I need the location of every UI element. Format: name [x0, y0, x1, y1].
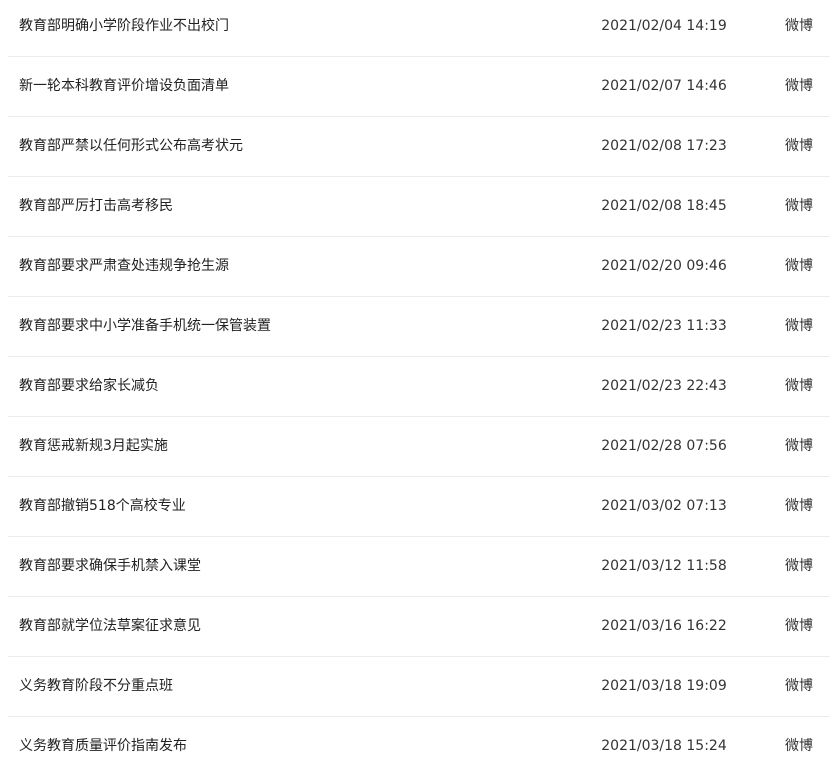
list-item[interactable]: 教育部明确小学阶段作业不出校门 2021/02/04 14:19 微博	[0, 0, 830, 56]
news-time: 2021/02/07 14:46	[601, 78, 727, 94]
news-time: 2021/02/28 07:56	[601, 438, 727, 454]
list-item[interactable]: 教育部严厉打击高考移民 2021/02/08 18:45 微博	[0, 176, 830, 236]
news-time: 2021/03/18 15:24	[601, 738, 727, 754]
news-title[interactable]: 教育部严厉打击高考移民	[19, 176, 173, 236]
list-item[interactable]: 教育部就学位法草案征求意见 2021/03/16 16:22 微博	[0, 596, 830, 656]
news-title[interactable]: 教育部要求严肃查处违规争抢生源	[19, 236, 229, 296]
news-source: 微博	[785, 18, 813, 34]
news-title[interactable]: 教育部严禁以任何形式公布高考状元	[19, 116, 243, 176]
news-time: 2021/02/23 11:33	[601, 318, 727, 334]
news-source: 微博	[785, 318, 813, 334]
news-source: 微博	[785, 198, 813, 214]
news-source: 微博	[785, 378, 813, 394]
news-title[interactable]: 教育部要求中小学准备手机统一保管装置	[19, 296, 271, 356]
news-time: 2021/03/18 19:09	[601, 678, 727, 694]
list-item[interactable]: 义务教育质量评价指南发布 2021/03/18 15:24 微博	[0, 716, 830, 776]
news-time: 2021/02/23 22:43	[601, 378, 727, 394]
news-title[interactable]: 义务教育质量评价指南发布	[19, 716, 187, 776]
list-item[interactable]: 义务教育阶段不分重点班 2021/03/18 19:09 微博	[0, 656, 830, 716]
news-source: 微博	[785, 258, 813, 274]
news-time: 2021/02/20 09:46	[601, 258, 727, 274]
news-title[interactable]: 教育部要求给家长减负	[19, 356, 159, 416]
news-time: 2021/02/04 14:19	[601, 18, 727, 34]
news-source: 微博	[785, 138, 813, 154]
news-time: 2021/02/08 18:45	[601, 198, 727, 214]
news-time: 2021/03/16 16:22	[601, 618, 727, 634]
news-title[interactable]: 教育惩戒新规3月起实施	[19, 416, 168, 476]
news-title[interactable]: 教育部明确小学阶段作业不出校门	[19, 0, 229, 56]
news-source: 微博	[785, 558, 813, 574]
list-item[interactable]: 教育部要求确保手机禁入课堂 2021/03/12 11:58 微博	[0, 536, 830, 596]
list-item[interactable]: 教育部要求严肃查处违规争抢生源 2021/02/20 09:46 微博	[0, 236, 830, 296]
news-title[interactable]: 教育部就学位法草案征求意见	[19, 596, 201, 656]
news-time: 2021/02/08 17:23	[601, 138, 727, 154]
list-item[interactable]: 教育部撤销518个高校专业 2021/03/02 07:13 微博	[0, 476, 830, 536]
news-source: 微博	[785, 678, 813, 694]
list-item[interactable]: 教育部要求给家长减负 2021/02/23 22:43 微博	[0, 356, 830, 416]
list-item[interactable]: 教育部要求中小学准备手机统一保管装置 2021/02/23 11:33 微博	[0, 296, 830, 356]
list-item[interactable]: 新一轮本科教育评价增设负面清单 2021/02/07 14:46 微博	[0, 56, 830, 116]
news-source: 微博	[785, 438, 813, 454]
news-time: 2021/03/12 11:58	[601, 558, 727, 574]
news-title[interactable]: 教育部要求确保手机禁入课堂	[19, 536, 201, 596]
news-title[interactable]: 义务教育阶段不分重点班	[19, 656, 173, 716]
news-source: 微博	[785, 498, 813, 514]
list-item[interactable]: 教育部严禁以任何形式公布高考状元 2021/02/08 17:23 微博	[0, 116, 830, 176]
news-title[interactable]: 教育部撤销518个高校专业	[19, 476, 186, 536]
news-source: 微博	[785, 618, 813, 634]
news-time: 2021/03/02 07:13	[601, 498, 727, 514]
news-source: 微博	[785, 738, 813, 754]
news-list: 教育部明确小学阶段作业不出校门 2021/02/04 14:19 微博 新一轮本…	[0, 0, 830, 767]
list-item[interactable]: 教育惩戒新规3月起实施 2021/02/28 07:56 微博	[0, 416, 830, 476]
news-title[interactable]: 新一轮本科教育评价增设负面清单	[19, 56, 229, 116]
news-source: 微博	[785, 78, 813, 94]
